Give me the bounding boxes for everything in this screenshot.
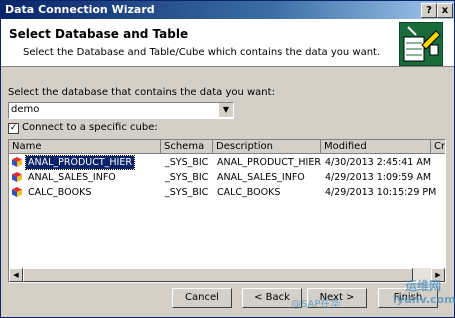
connect-cube-checkbox[interactable]: ✓ <box>8 123 19 134</box>
row-description: ANAL_SALES_INFO <box>217 172 305 183</box>
row-description: CALC_BOOKS <box>217 187 281 198</box>
title-bar: Data Connection Wizard ? x <box>1 1 454 19</box>
row-description: ANAL_PRODUCT_HIER <box>217 157 321 168</box>
row-name: ANAL_PRODUCT_HIER <box>25 155 135 170</box>
data-connection-wizard-icon <box>399 22 443 66</box>
watermark-blog: @SAP在华 <box>291 299 341 310</box>
row-schema: _SYS_BIC <box>165 157 209 168</box>
wizard-header: Select Database and Table Select the Dat… <box>1 19 454 67</box>
cube-icon <box>12 157 22 167</box>
column-header-name[interactable]: Name <box>9 140 161 154</box>
window-title: Data Connection Wizard <box>5 3 155 16</box>
database-select-value: demo <box>11 104 40 115</box>
row-schema: _SYS_BIC <box>165 172 209 183</box>
column-header-modified[interactable]: Modified <box>321 140 431 154</box>
cube-list[interactable]: Name Schema Description Modified Cr ANAL… <box>8 139 446 283</box>
row-modified: 4/29/2013 10:15:29 PM <box>325 187 437 198</box>
row-name: ANAL_SALES_INFO <box>28 172 116 183</box>
cancel-button[interactable]: Cancel <box>172 288 232 308</box>
chevron-down-icon[interactable]: ▼ <box>218 103 233 117</box>
table-row[interactable]: ANAL_SALES_INFO _SYS_BIC ANAL_SALES_INFO… <box>9 171 445 184</box>
watermark-cn: 运维网 <box>405 279 442 293</box>
row-name: CALC_BOOKS <box>28 187 92 198</box>
wizard-window: Data Connection Wizard ? x Select Databa… <box>0 0 455 318</box>
connect-cube-label[interactable]: Connect to a specific cube: <box>22 122 158 133</box>
column-header-schema[interactable]: Schema <box>161 140 213 154</box>
page-title: Select Database and Table <box>9 27 189 41</box>
watermark-site: iyunv.com <box>393 293 455 306</box>
column-header-created[interactable]: Cr <box>431 140 445 154</box>
database-label: Select the database that contains the da… <box>8 87 275 98</box>
page-subtitle: Select the Database and Table/Cube which… <box>23 47 381 58</box>
row-schema: _SYS_BIC <box>165 187 209 198</box>
column-header-description[interactable]: Description <box>213 140 321 154</box>
scrollbar-thumb[interactable] <box>23 268 413 282</box>
cube-icon <box>12 172 22 182</box>
help-button[interactable]: ? <box>421 3 437 18</box>
row-modified: 4/30/2013 2:45:41 AM <box>325 157 432 168</box>
database-select[interactable]: demo ▼ <box>8 102 234 119</box>
table-row[interactable]: CALC_BOOKS _SYS_BIC CALC_BOOKS 4/29/2013… <box>9 186 445 199</box>
table-row[interactable]: ANAL_PRODUCT_HIER _SYS_BIC ANAL_PRODUCT_… <box>9 155 445 170</box>
scroll-left-icon[interactable]: ◀ <box>9 268 23 282</box>
close-button[interactable]: x <box>437 3 453 18</box>
horizontal-scrollbar[interactable]: ◀ ▶ <box>9 268 445 282</box>
row-modified: 4/29/2013 1:09:59 AM <box>325 172 432 183</box>
cube-icon <box>12 187 22 197</box>
